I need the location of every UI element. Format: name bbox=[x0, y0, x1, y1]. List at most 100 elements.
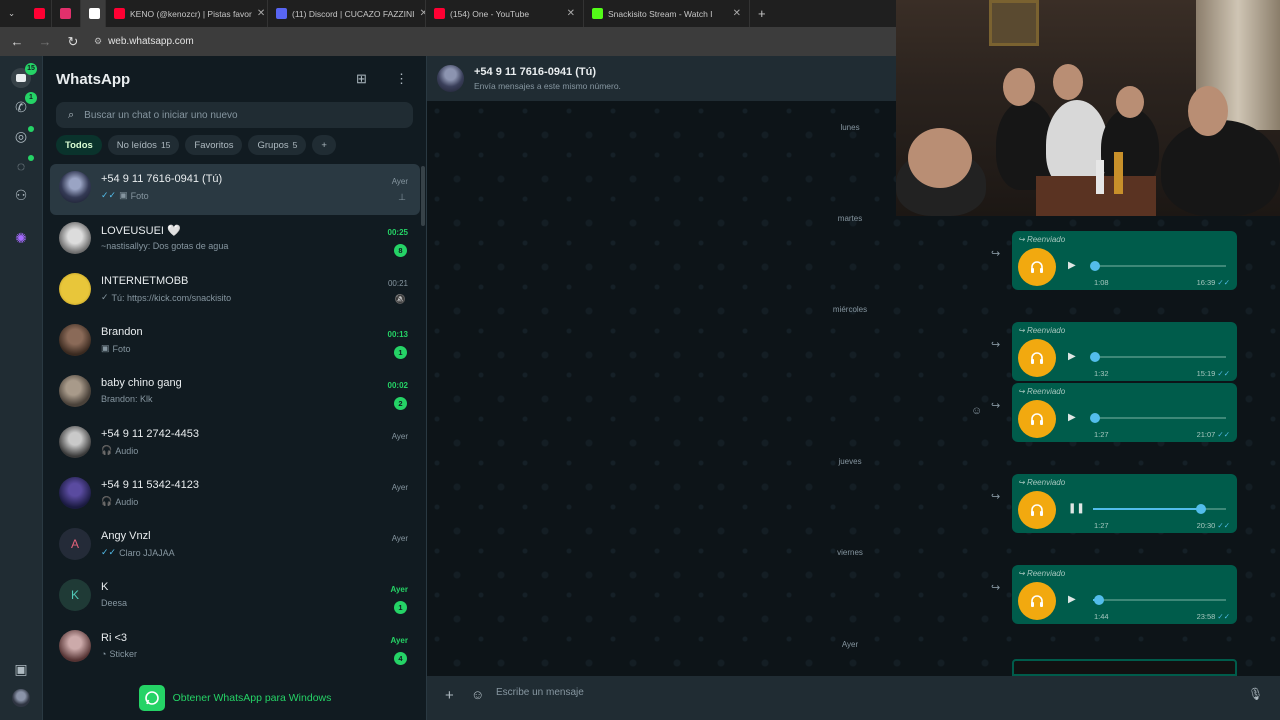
chat-last-message: ✓✓ ▣ Foto bbox=[101, 190, 149, 201]
chat-list-item[interactable]: +54 9 11 7616-0941 (Tú) ✓✓ ▣ Foto Ayer ⊥ bbox=[50, 164, 420, 215]
message-input[interactable]: Escribe un mensaje bbox=[496, 687, 584, 698]
microphone-icon[interactable]: 🎙 bbox=[1248, 687, 1263, 701]
audio-progress-track[interactable] bbox=[1093, 508, 1226, 510]
chat-list-item[interactable]: LOVEUSUEI 🤍 ~nastisallyy: Dos gotas de ag… bbox=[50, 215, 420, 266]
voice-message[interactable]: ↪ Reenviado ▶ 1:32 15:19 ✓✓ bbox=[1012, 322, 1237, 381]
chat-avatar bbox=[59, 477, 91, 509]
message-time-text: 16:39 bbox=[1196, 278, 1216, 287]
play-icon[interactable]: ▶ bbox=[1068, 351, 1076, 362]
site-info-icon[interactable]: ⚙ bbox=[94, 36, 102, 47]
chat-list-item[interactable]: K K Deesa Ayer 1 bbox=[50, 572, 420, 623]
calls-badge: 1 bbox=[25, 92, 37, 104]
chat-last-message: ◔ Sticker bbox=[101, 649, 137, 659]
emoji-icon[interactable]: ☺ bbox=[471, 687, 484, 702]
chat-name: Brandon bbox=[101, 326, 143, 338]
filter-chip-grupos[interactable]: Grupos 5 bbox=[248, 135, 307, 155]
browser-tab[interactable]: Snackisito Stream - Watch I ✕ bbox=[584, 0, 750, 27]
filter-chip-no-leídos[interactable]: No leídos 15 bbox=[107, 135, 180, 155]
chat-name: +54 9 11 7616-0941 (Tú) bbox=[101, 173, 223, 185]
tab-title: (11) Discord | CUCAZO FAZZINI bbox=[292, 8, 415, 19]
audio-progress-track[interactable] bbox=[1093, 417, 1226, 419]
filter-chip-favoritos[interactable]: Favoritos bbox=[185, 135, 243, 155]
play-icon[interactable]: ▶ bbox=[1068, 412, 1076, 423]
tab-title: (154) One - YouTube bbox=[450, 8, 530, 19]
audio-progress-track[interactable] bbox=[1093, 265, 1226, 267]
voice-message[interactable]: ↪ Reenviado ▶ 1:27 21:07 ✓✓ bbox=[1012, 383, 1237, 442]
audio-seek-knob[interactable] bbox=[1093, 595, 1104, 605]
image-message-preview[interactable] bbox=[1012, 659, 1237, 676]
forwarded-text: Reenviado bbox=[1026, 387, 1066, 396]
tab-list-button[interactable]: ⌄ bbox=[0, 0, 26, 27]
forward-icon[interactable]: ↪ bbox=[991, 338, 1000, 351]
search-input[interactable]: ⌕ Buscar un chat o iniciar uno nuevo bbox=[56, 102, 413, 128]
play-icon[interactable]: ▶ bbox=[1068, 594, 1076, 605]
get-app-banner[interactable]: Obtener WhatsApp para Windows bbox=[43, 676, 427, 720]
pause-icon[interactable]: ❚❚ bbox=[1068, 503, 1085, 514]
chat-list-item[interactable]: +54 9 11 5342-4123 🎧 Audio Ayer bbox=[50, 470, 420, 521]
chat-list-item[interactable]: Brandon ▣ Foto 00:13 1 bbox=[50, 317, 420, 368]
play-icon[interactable]: ▶ bbox=[1068, 260, 1076, 271]
filter-chip-todos[interactable]: Todos bbox=[56, 135, 102, 155]
new-chat-icon[interactable]: ⊞ bbox=[356, 71, 367, 87]
voice-message[interactable]: ↪ Reenviado ❚❚ 1:27 20:30 ✓✓ bbox=[1012, 474, 1237, 533]
forward-icon[interactable]: ↪ bbox=[991, 581, 1000, 594]
attach-icon[interactable]: + bbox=[445, 687, 454, 704]
audio-seek-knob[interactable] bbox=[1090, 352, 1100, 362]
chat-time: Ayer bbox=[390, 636, 409, 645]
chat-list-item[interactable]: baby chino gang Brandon: Klk 00:02 2 bbox=[50, 368, 420, 419]
audio-progress-fill bbox=[1093, 508, 1200, 510]
chat-avatar bbox=[59, 171, 91, 203]
forward-icon[interactable]: → bbox=[38, 34, 52, 49]
audio-seek-knob[interactable] bbox=[1090, 261, 1100, 271]
profile-avatar[interactable] bbox=[12, 689, 30, 707]
audio-duration: 1:44 bbox=[1094, 612, 1109, 621]
menu-icon[interactable]: ⋮ bbox=[395, 71, 408, 87]
chat-list-item[interactable]: INTERNETMOBB ✓ Tú: https://kick.com/snacki… bbox=[50, 266, 420, 317]
close-tab-icon[interactable]: ✕ bbox=[733, 8, 741, 19]
forward-icon[interactable]: ↪ bbox=[991, 490, 1000, 503]
status-dot bbox=[28, 126, 34, 132]
voice-message[interactable]: ↪ Reenviado ▶ 1:44 23:58 ✓✓ bbox=[1012, 565, 1237, 624]
forwarded-label: ↪ Reenviado bbox=[1018, 235, 1065, 244]
close-tab-icon[interactable]: ✕ bbox=[567, 8, 575, 19]
message-time-text: 20:30 bbox=[1196, 521, 1216, 530]
forward-icon[interactable]: ↪ bbox=[991, 399, 1000, 412]
person bbox=[1161, 120, 1280, 216]
chat-last-message: 🎧 Audio bbox=[101, 445, 138, 456]
voice-message[interactable]: ↪ Reenviado ▶ 1:08 16:39 ✓✓ bbox=[1012, 231, 1237, 290]
day-separator: lunes bbox=[840, 123, 860, 132]
add-filter-button[interactable]: + bbox=[312, 135, 336, 155]
communities-icon[interactable]: ⚇ bbox=[11, 185, 31, 205]
browser-tab[interactable]: KENO (@kenozcr) | Pistas favor ✕ bbox=[106, 0, 268, 27]
chat-list-item[interactable]: Ri <3 ◔ Sticker Ayer 4 bbox=[50, 623, 420, 674]
forward-icon[interactable]: ↪ bbox=[991, 247, 1000, 260]
back-icon[interactable]: ← bbox=[10, 34, 24, 49]
chat-list-item[interactable]: +54 9 11 2742-4453 🎧 Audio Ayer bbox=[50, 419, 420, 470]
audio-seek-knob[interactable] bbox=[1196, 504, 1207, 514]
new-tab-button[interactable]: + bbox=[750, 0, 774, 27]
chat-list-scrollbar[interactable] bbox=[421, 166, 425, 226]
check-icon: ✓ bbox=[101, 292, 109, 302]
nav-rail: 15 ✆ 1 ◎ ◌ ⚇ ✺ ▣ bbox=[0, 56, 43, 720]
meta-ai-icon[interactable]: ✺ bbox=[11, 228, 31, 248]
audio-progress-track[interactable] bbox=[1093, 599, 1226, 601]
url-field[interactable]: ⚙ web.whatsapp.com bbox=[94, 36, 194, 47]
close-tab-icon[interactable]: ✕ bbox=[257, 8, 265, 19]
audio-icon: 🎧 bbox=[101, 445, 113, 455]
message-time-text: 21:07 bbox=[1196, 430, 1216, 439]
unread-badge: 8 bbox=[394, 244, 407, 257]
reload-icon[interactable]: ↻ bbox=[66, 34, 80, 50]
contact-avatar[interactable] bbox=[437, 65, 464, 92]
browser-tab[interactable]: (11) Discord | CUCAZO FAZZINI✕ bbox=[268, 0, 426, 27]
browser-tab[interactable] bbox=[81, 0, 106, 27]
browser-tab[interactable]: (154) One - YouTube ✕ bbox=[426, 0, 584, 27]
browser-tab[interactable] bbox=[26, 0, 52, 27]
browser-tab[interactable] bbox=[52, 0, 81, 27]
audio-seek-knob[interactable] bbox=[1090, 413, 1100, 423]
media-icon[interactable]: ▣ bbox=[11, 659, 31, 679]
chat-list-item[interactable]: A Angy Vnzl ✓✓ Claro JJAJAA Ayer bbox=[50, 521, 420, 572]
audio-progress-track[interactable] bbox=[1093, 356, 1226, 358]
chat-avatar bbox=[59, 273, 91, 305]
react-emoji-icon[interactable]: ☺ bbox=[971, 405, 982, 417]
chat-name: LOVEUSUEI 🤍 bbox=[101, 225, 181, 237]
